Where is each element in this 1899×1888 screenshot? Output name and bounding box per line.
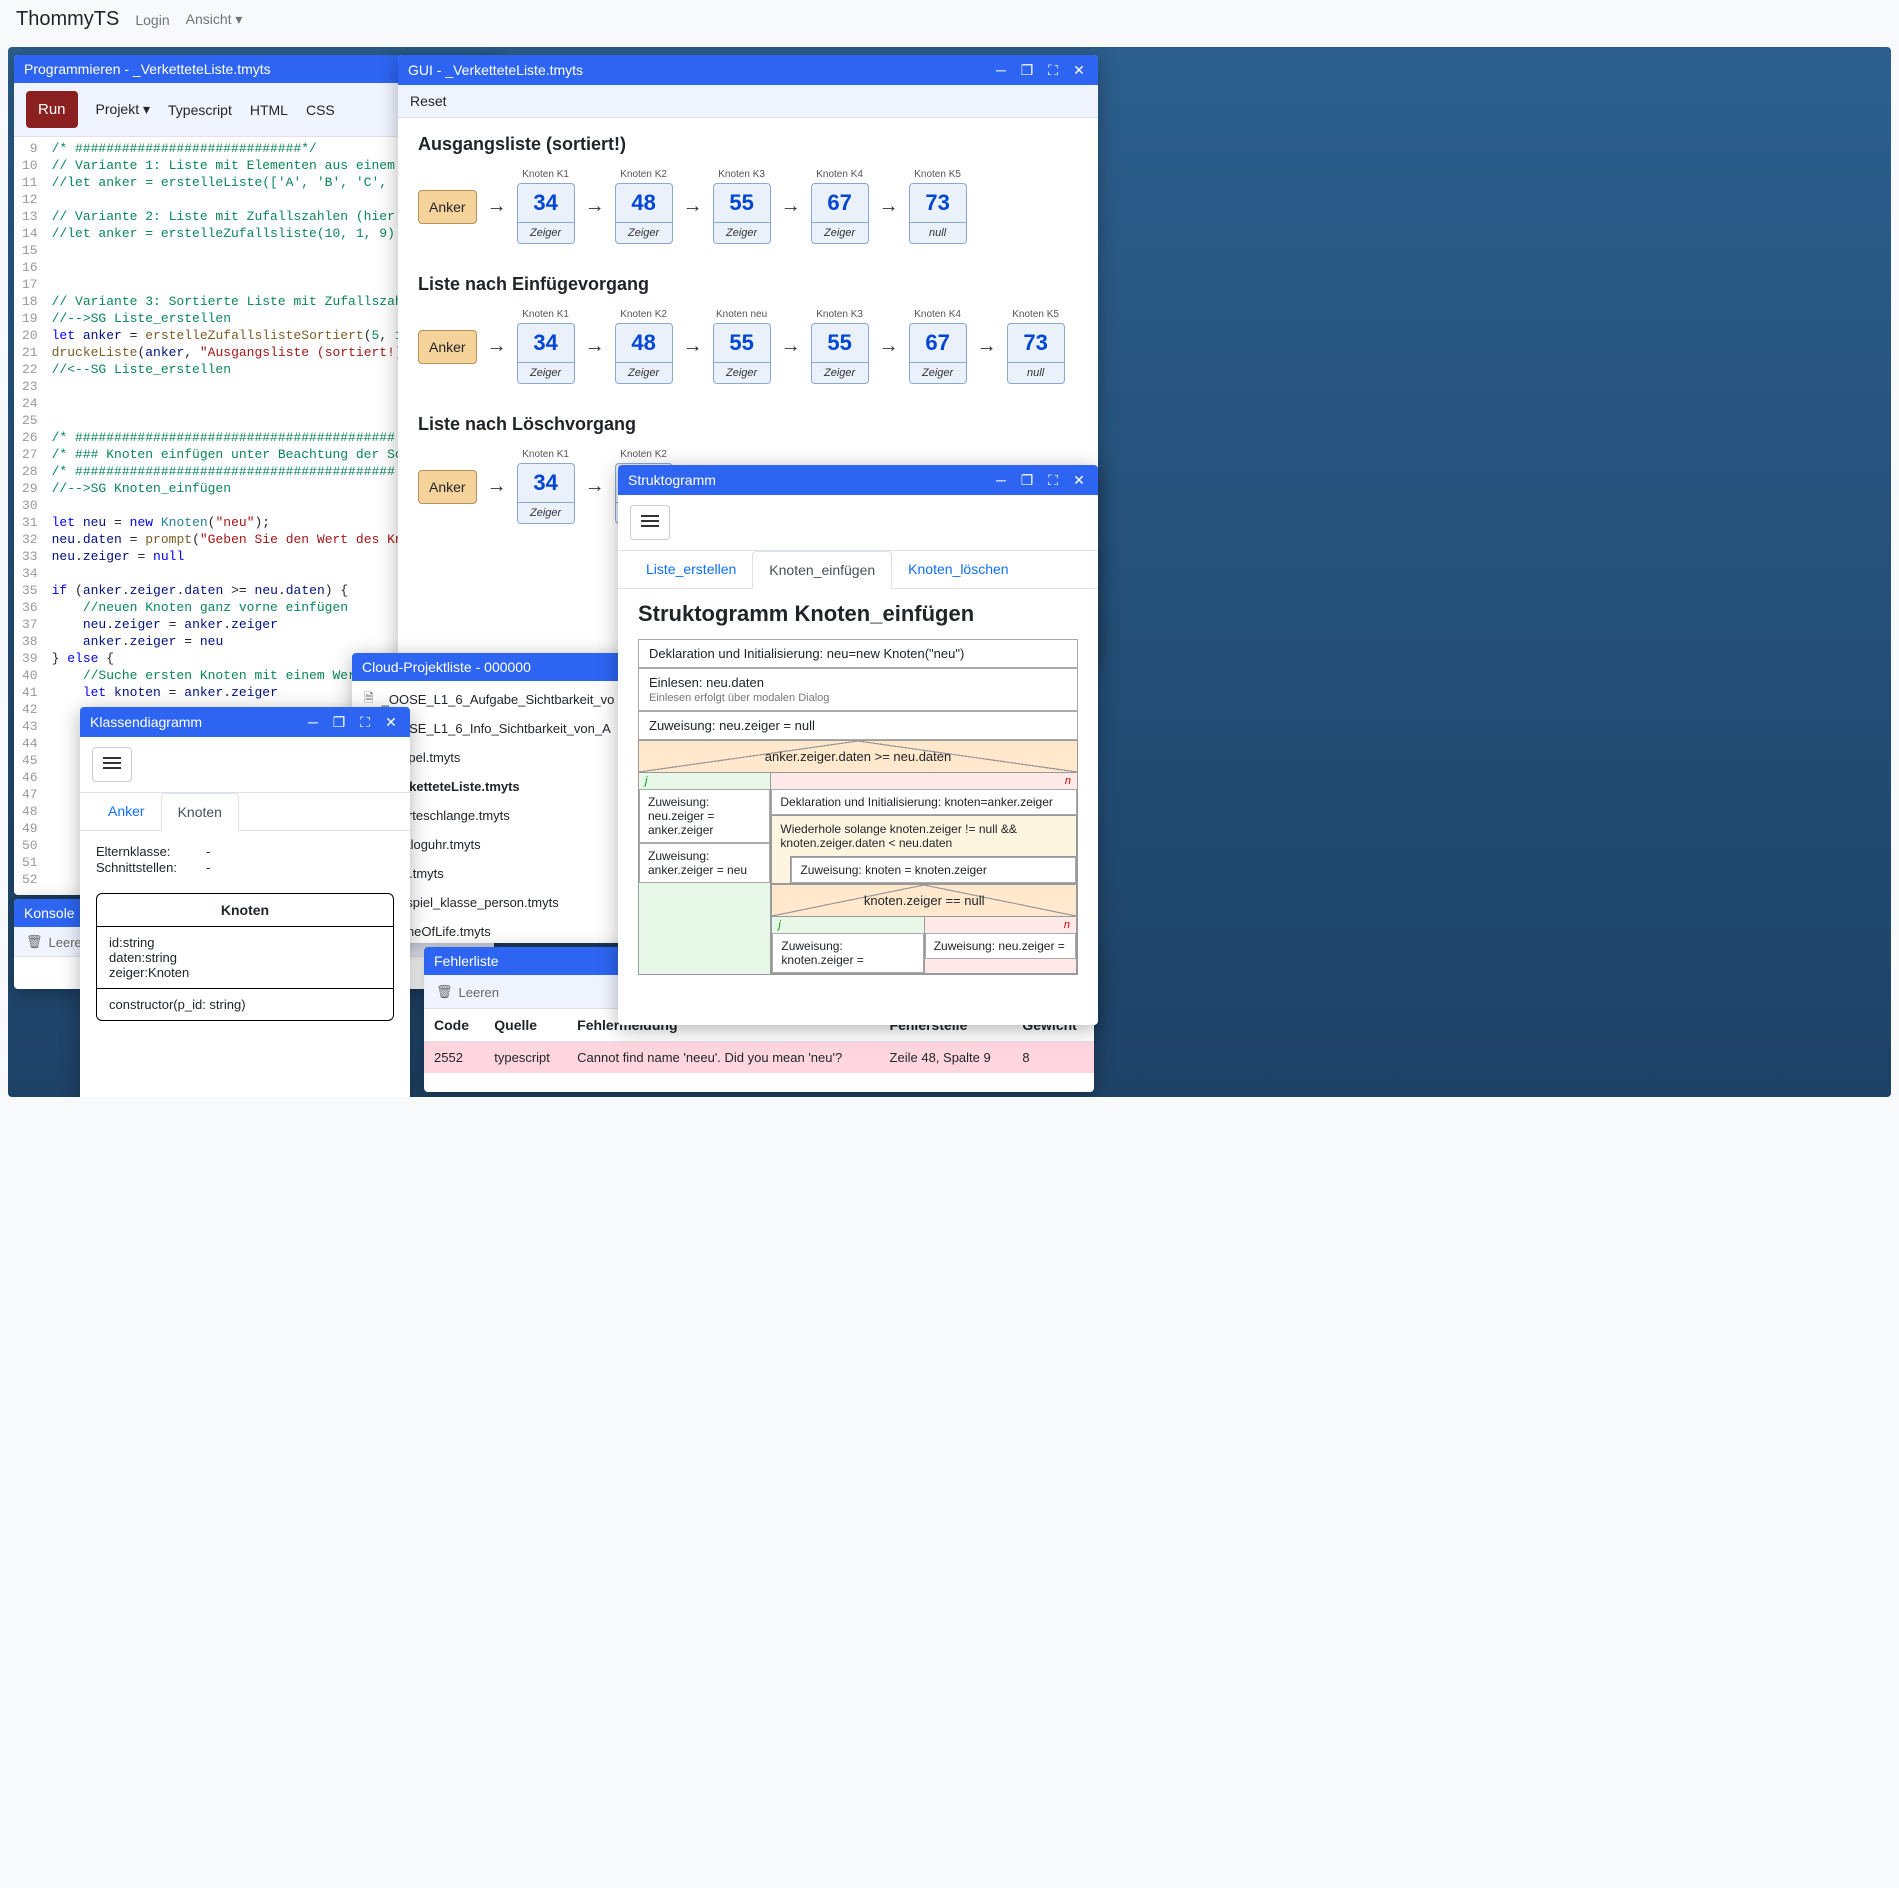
arrow-icon: → bbox=[483, 335, 511, 358]
strukto-diagram: Deklaration und Initialisierung: neu=new… bbox=[638, 639, 1078, 975]
strukto-heading: Struktogramm Knoten_einfügen bbox=[618, 589, 1098, 639]
tab-Liste_erstellen[interactable]: Liste_erstellen bbox=[630, 551, 752, 588]
section-title: Liste nach Löschvorgang bbox=[418, 414, 1078, 435]
anker-node: Anker bbox=[418, 190, 477, 224]
arrow-icon: → bbox=[777, 335, 805, 358]
arrow-icon: → bbox=[777, 195, 805, 218]
arrow-icon: → bbox=[679, 335, 707, 358]
anker-node: Anker bbox=[418, 330, 477, 364]
arrow-icon: → bbox=[875, 335, 903, 358]
klasse-header[interactable]: Klassendiagramm ─ ❐ ⛶ ✕ bbox=[80, 707, 410, 737]
cloud-header[interactable]: Cloud-Projektliste - 000000 bbox=[352, 653, 632, 681]
section-title: Liste nach Einfügevorgang bbox=[418, 274, 1078, 295]
hamburger-button[interactable] bbox=[92, 747, 132, 782]
strukto-block: Deklaration und Initialisierung: neu=new… bbox=[638, 639, 1078, 668]
reset-button[interactable]: Reset bbox=[410, 93, 447, 109]
nav-ansicht[interactable]: Ansicht ▾ bbox=[186, 11, 243, 28]
arrow-icon: → bbox=[679, 195, 707, 218]
navbar: ThommyTS Login Ansicht ▾ bbox=[0, 0, 1899, 39]
tab-Knoten_einfügen[interactable]: Knoten_einfügen bbox=[752, 551, 892, 589]
strukto-tabs: Liste_erstellenKnoten_einfügenKnoten_lös… bbox=[618, 551, 1098, 589]
arrow-icon: → bbox=[973, 335, 1001, 358]
menu-html[interactable]: HTML bbox=[250, 102, 288, 118]
strukto-title: Struktogramm bbox=[628, 472, 992, 488]
nav-login[interactable]: Login bbox=[135, 12, 169, 28]
hamburger-button[interactable] bbox=[630, 505, 670, 540]
maximize-icon[interactable]: ⛶ bbox=[1044, 61, 1062, 79]
strukto-header[interactable]: Struktogramm ─ ❐ ⛶ ✕ bbox=[618, 465, 1098, 495]
list-node: Knoten K467Zeiger bbox=[909, 309, 967, 384]
table-row[interactable]: 2552typescriptCannot find name 'neeu'. D… bbox=[424, 1042, 1094, 1074]
window-strukto: Struktogramm ─ ❐ ⛶ ✕ Liste_erstellenKnot… bbox=[618, 465, 1098, 1025]
table-header: Code bbox=[424, 1009, 484, 1042]
anker-node: Anker bbox=[418, 470, 477, 504]
maximize-icon[interactable]: ⛶ bbox=[356, 713, 374, 731]
arrow-icon: → bbox=[581, 195, 609, 218]
list-node: Knoten K248Zeiger bbox=[615, 169, 673, 244]
arrow-icon: → bbox=[581, 335, 609, 358]
menu-typescript[interactable]: Typescript bbox=[168, 102, 232, 118]
arrow-icon: → bbox=[483, 195, 511, 218]
minimize-icon[interactable]: ─ bbox=[992, 61, 1010, 79]
close-icon[interactable]: ✕ bbox=[1070, 471, 1088, 489]
minimize-icon[interactable]: ─ bbox=[304, 713, 322, 731]
list-node: Knoten K573null bbox=[909, 169, 967, 244]
arrow-icon: → bbox=[483, 475, 511, 498]
gui-title: GUI - _VerketteteListe.tmyts bbox=[408, 62, 992, 78]
strukto-block: Einlesen: neu.daten Einlesen erfolgt übe… bbox=[638, 668, 1078, 711]
brand: ThommyTS bbox=[16, 8, 119, 31]
trash-icon: 🗑 bbox=[436, 984, 453, 1000]
eltern-label: Elternklasse: bbox=[96, 844, 206, 859]
list-node: Knoten K134Zeiger bbox=[517, 309, 575, 384]
tab-Knoten_löschen[interactable]: Knoten_löschen bbox=[892, 551, 1024, 588]
uml-title: Knoten bbox=[97, 894, 393, 927]
trash-icon: 🗑 bbox=[26, 934, 43, 950]
tab-Anker[interactable]: Anker bbox=[92, 793, 161, 830]
linked-list: Anker → Knoten K134Zeiger → Knoten K248Zeige… bbox=[418, 169, 1078, 244]
close-icon[interactable]: ✕ bbox=[382, 713, 400, 731]
strukto-condition: anker.zeiger.daten >= neu.daten j Zuweis… bbox=[638, 740, 1078, 975]
tab-Knoten[interactable]: Knoten bbox=[161, 793, 239, 831]
restore-icon[interactable]: ❐ bbox=[1018, 471, 1036, 489]
table-header: Quelle bbox=[484, 1009, 567, 1042]
workspace: Programmieren - _VerketteteListe.tmyts R… bbox=[8, 47, 1891, 1097]
cloud-title: Cloud-Projektliste - 000000 bbox=[362, 659, 622, 675]
close-icon[interactable]: ✕ bbox=[1070, 61, 1088, 79]
uml-box: Knoten id:stringdaten:stringzeiger:Knote… bbox=[96, 893, 394, 1021]
linked-list: Anker → Knoten K134Zeiger → Knoten K248Zeige… bbox=[418, 309, 1078, 384]
window-klasse: Klassendiagramm ─ ❐ ⛶ ✕ AnkerKnoten Elte… bbox=[80, 707, 410, 1097]
menu-projekt[interactable]: Projekt bbox=[96, 101, 151, 118]
arrow-icon: → bbox=[581, 475, 609, 498]
list-node: Knoten K134Zeiger bbox=[517, 169, 575, 244]
gui-toolbar: Reset bbox=[398, 85, 1098, 118]
section-title: Ausgangsliste (sortiert!) bbox=[418, 134, 1078, 155]
gui-header[interactable]: GUI - _VerketteteListe.tmyts ─ ❐ ⛶ ✕ bbox=[398, 55, 1098, 85]
schnitt-label: Schnittstellen: bbox=[96, 860, 206, 875]
restore-icon[interactable]: ❐ bbox=[330, 713, 348, 731]
list-node: Knoten K355Zeiger bbox=[811, 309, 869, 384]
strukto-block: Zuweisung: neu.zeiger = null bbox=[638, 711, 1078, 740]
minimize-icon[interactable]: ─ bbox=[992, 471, 1010, 489]
run-button[interactable]: Run bbox=[26, 91, 78, 128]
list-node: Knoten K134Zeiger bbox=[517, 449, 575, 524]
klasse-title: Klassendiagramm bbox=[90, 714, 304, 730]
klasse-content: Elternklasse:- Schnittstellen:- Knoten i… bbox=[80, 831, 410, 1033]
restore-icon[interactable]: ❐ bbox=[1018, 61, 1036, 79]
list-node: Knoten neu55Zeiger bbox=[713, 309, 771, 384]
maximize-icon[interactable]: ⛶ bbox=[1044, 471, 1062, 489]
list-node: Knoten K467Zeiger bbox=[811, 169, 869, 244]
list-node: Knoten K248Zeiger bbox=[615, 309, 673, 384]
arrow-icon: → bbox=[875, 195, 903, 218]
list-node: Knoten K355Zeiger bbox=[713, 169, 771, 244]
fehler-leeren-button[interactable]: 🗑 Leeren bbox=[436, 984, 499, 1000]
klasse-tabs: AnkerKnoten bbox=[80, 793, 410, 831]
list-node: Knoten K573null bbox=[1007, 309, 1065, 384]
menu-css[interactable]: CSS bbox=[306, 102, 335, 118]
